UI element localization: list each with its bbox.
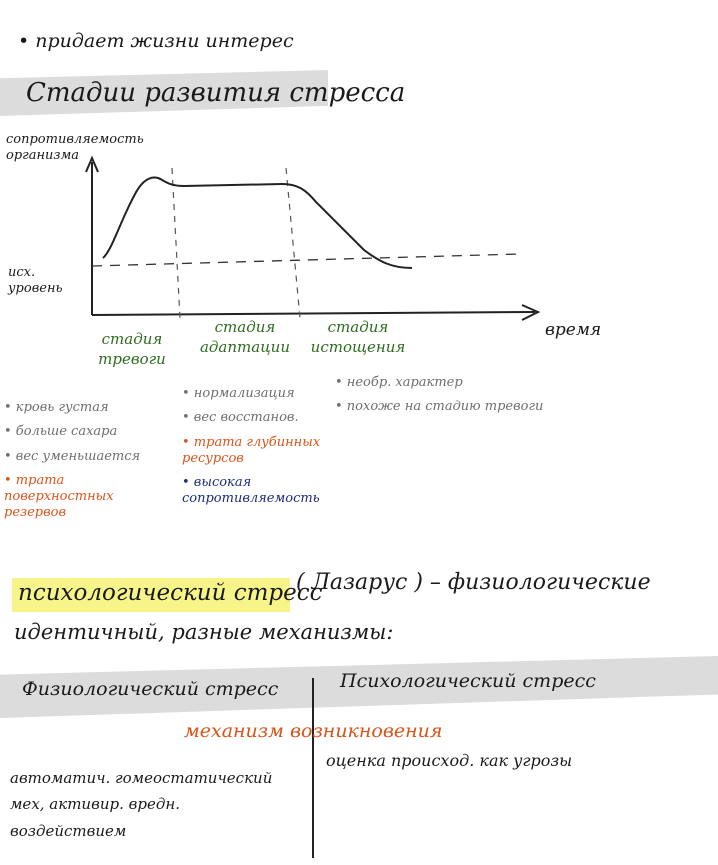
resistance-curve bbox=[102, 176, 413, 269]
comparison-right-text: оценка происход. как угрозы bbox=[326, 751, 573, 770]
comparison-left-header: Физиологический стресс bbox=[22, 678, 279, 700]
alarm-note: • больше сахара bbox=[4, 424, 118, 440]
baseline-dashed-line bbox=[91, 253, 521, 267]
adaptation-notes: • нормализация • вес восстанов. • трата … bbox=[182, 386, 322, 516]
exhaustion-notes: • необр. характер • похоже на стадию тре… bbox=[335, 375, 565, 424]
section-title: Стадии развития стресса bbox=[26, 78, 406, 108]
comparison-left-text: автоматич. гомеостатический мех, активир… bbox=[10, 769, 273, 840]
adaptation-note-orange: • трата глубинных ресурсов bbox=[182, 434, 321, 466]
alarm-note: • вес уменьшается bbox=[4, 448, 141, 464]
adaptation-note: • нормализация bbox=[182, 386, 295, 401]
mechanism-label: механизм возникновения bbox=[184, 720, 443, 742]
exhaustion-note: • похоже на стадию тревоги bbox=[335, 399, 544, 415]
stage-alarm-label: стадия тревоги bbox=[98, 330, 166, 368]
exhaustion-note: • необр. характер bbox=[335, 375, 463, 390]
x-axis bbox=[91, 311, 536, 316]
stress-stage-graph bbox=[85, 155, 541, 321]
alarm-note-orange: • трата поверхностных резервов bbox=[4, 472, 114, 521]
alarm-note: • кровь густая bbox=[4, 400, 109, 415]
alarm-notes: • кровь густая • больше сахара • вес уме… bbox=[4, 400, 164, 530]
stage-adaptation-label: стадия адаптации bbox=[199, 318, 290, 356]
comparison-right-header: Психологический стресс bbox=[340, 670, 596, 692]
stage-divider-1 bbox=[171, 167, 181, 319]
stage-divider-2 bbox=[285, 167, 301, 319]
adaptation-note-navy: • высокая сопротивляемость bbox=[182, 475, 320, 507]
psych-stress-line2: идентичный, разные механизмы: bbox=[14, 620, 394, 644]
comparison-divider bbox=[312, 678, 314, 858]
top-bullet: • придает жизни интерес bbox=[18, 30, 294, 52]
stage-exhaustion-label: стадия истощения bbox=[310, 318, 406, 356]
psych-stress-rest: ( Лазарус ) – физиологические bbox=[296, 570, 651, 595]
adaptation-note: • вес восстанов. bbox=[182, 410, 299, 426]
psych-stress-highlight: психологический стресс bbox=[18, 580, 323, 606]
